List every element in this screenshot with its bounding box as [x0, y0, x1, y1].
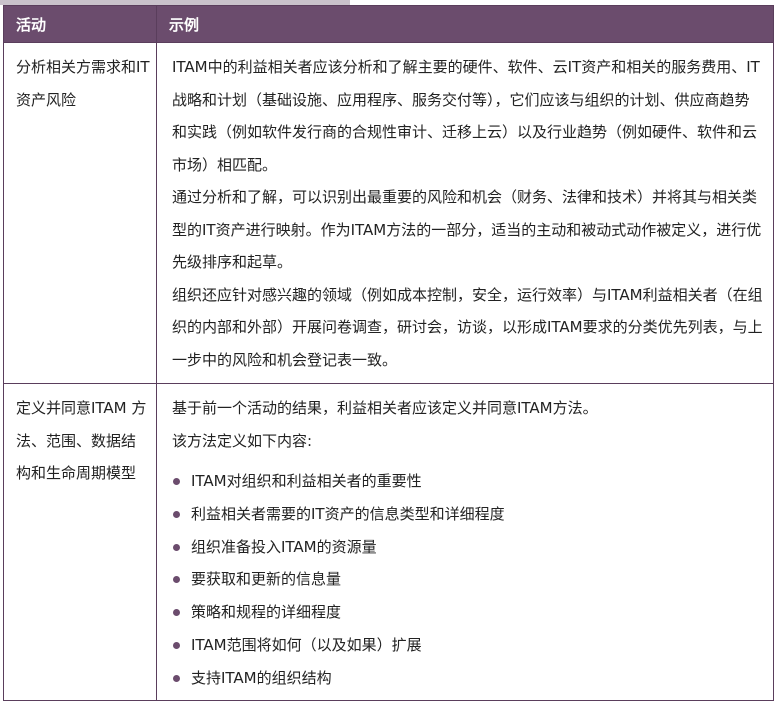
list-item: 策略和规程的详细程度: [172, 596, 763, 629]
list-item: 要获取和更新的信息量: [172, 563, 763, 596]
example-paragraph: 基于前一个活动的结果，利益相关者应该定义并同意ITAM方法。: [172, 399, 598, 417]
list-item-text: 利益相关者需要的IT资产的信息类型和详细程度: [191, 504, 505, 523]
list-item-text: ITAM对组织和利益相关者的重要性: [191, 472, 422, 490]
list-item: ITAM对组织和利益相关者的重要性: [172, 465, 763, 498]
bullet-icon: [173, 576, 180, 584]
list-item: 利益相关者需要的IT资产的信息类型和详细程度: [172, 498, 763, 531]
example-paragraph: 通过分析和了解，可以识别出最重要的风险和机会（财务、法律和技术）并将其与相关类型…: [172, 188, 762, 271]
header-activity: 活动: [3, 5, 157, 43]
table-header-row: 活动 示例: [3, 5, 774, 43]
example-cell: 基于前一个活动的结果，利益相关者应该定义并同意ITAM方法。 该方法定义如下内容…: [156, 383, 774, 701]
bullet-icon: [173, 609, 180, 617]
example-paragraph: 组织还应针对感兴趣的领域（例如成本控制，安全，运行效率）与ITAM利益相关者（在…: [172, 285, 763, 369]
example-paragraph: 该方法定义如下内容:: [172, 431, 313, 450]
list-item-text: ITAM范围将如何（以及如果）扩展: [191, 635, 422, 654]
activity-table: 活动 示例 分析相关方需求和IT资产风险 ITAM中的利益相关者应该分析和了解主…: [3, 5, 774, 701]
list-item-text: 要获取和更新的信息量: [191, 570, 342, 589]
list-item-text: 支持ITAM的组织结构: [191, 668, 332, 687]
header-example: 示例: [156, 5, 774, 43]
bullet-icon: [173, 543, 180, 551]
bullet-icon: [173, 641, 180, 649]
example-paragraph: ITAM中的利益相关者应该分析和了解主要的硬件、软件、云IT资产和相关的服务费用…: [172, 58, 760, 174]
bullet-icon: [173, 510, 180, 518]
list-item-text: 组织准备投入ITAM的资源量: [191, 537, 377, 556]
list-item: ITAM范围将如何（以及如果）扩展: [172, 629, 763, 662]
bullet-list: ITAM对组织和利益相关者的重要性 利益相关者需要的IT资产的信息类型和详细程度…: [172, 465, 763, 695]
list-item-text: 策略和规程的详细程度: [191, 603, 342, 622]
example-cell: ITAM中的利益相关者应该分析和了解主要的硬件、软件、云IT资产和相关的服务费用…: [156, 42, 774, 384]
activity-cell: 分析相关方需求和IT资产风险: [3, 42, 157, 384]
activity-cell: 定义并同意ITAM 方法、范围、数据结构和生命周期模型: [3, 383, 157, 701]
table-row: 定义并同意ITAM 方法、范围、数据结构和生命周期模型 基于前一个活动的结果，利…: [3, 383, 774, 701]
bullet-icon: [173, 478, 180, 485]
list-item: 组织准备投入ITAM的资源量: [172, 531, 763, 564]
table-row: 分析相关方需求和IT资产风险 ITAM中的利益相关者应该分析和了解主要的硬件、软…: [3, 42, 774, 384]
list-item: 支持ITAM的组织结构: [172, 662, 763, 695]
bullet-icon: [173, 674, 180, 682]
